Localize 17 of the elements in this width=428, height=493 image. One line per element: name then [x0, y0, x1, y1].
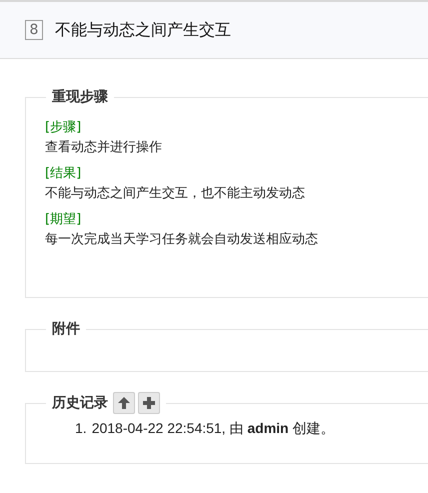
- step-text: 查看动态并进行操作: [45, 139, 163, 157]
- section-title: 附件: [51, 320, 81, 338]
- step-label: [期望]: [45, 211, 82, 229]
- step-text: 每一次完成当天学习任务就会自动发送相应动态: [45, 231, 319, 249]
- arrow-up-icon: [117, 396, 131, 410]
- entry-number: 1.: [75, 420, 87, 438]
- collapse-button[interactable]: [113, 392, 135, 414]
- section-title: 重现步骤: [51, 88, 109, 106]
- step-label: [结果]: [45, 165, 82, 183]
- step-label: [步骤]: [45, 119, 82, 137]
- bug-title: 不能与动态之间产生交互: [55, 20, 231, 40]
- step-text: 不能与动态之间产生交互，也不能主动发动态: [45, 185, 306, 203]
- plus-icon: [142, 396, 156, 410]
- section-title: 历史记录: [52, 394, 109, 412]
- history-entry: 2018-04-22 22:54:51, 由 admin 创建。: [92, 420, 334, 438]
- add-button[interactable]: [138, 392, 160, 414]
- id-badge: 8: [25, 20, 43, 40]
